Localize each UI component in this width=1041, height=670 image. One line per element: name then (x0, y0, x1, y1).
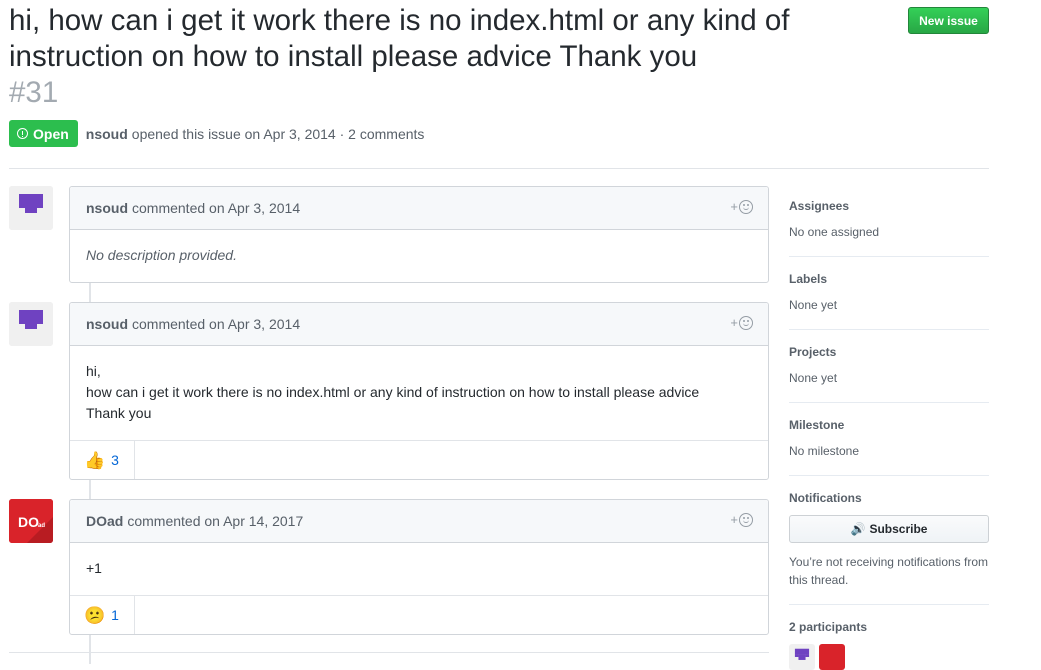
comment-1: nsoud commented on Apr 3, 2014 + No desc… (69, 186, 769, 283)
participants-avatars (789, 644, 989, 670)
comment-author-link[interactable]: nsoud (86, 316, 128, 332)
state-badge: Open (9, 120, 78, 147)
notifications-heading: Notifications (789, 491, 862, 505)
reactions-bar: 😕 1 (70, 595, 768, 634)
plus-label: + (730, 512, 738, 527)
notifications-text: You’re not receiving notifications from … (789, 555, 988, 587)
state-label: Open (33, 125, 69, 142)
comment-meta[interactable]: commented on Apr 3, 2014 (132, 316, 300, 332)
reactions-bar: 👍 3 (70, 440, 768, 479)
smiley-icon (739, 315, 753, 330)
sidebar-milestone: Milestone No milestone (789, 418, 989, 476)
participant-avatar[interactable] (819, 644, 845, 670)
issue-title-text: hi, how can i get it work there is no in… (9, 4, 790, 73)
comment-body: hi, how can i get it work there is no in… (70, 346, 768, 440)
comment-line: hi, (86, 363, 101, 379)
timeline-connector (89, 635, 91, 664)
participant-avatar[interactable] (789, 644, 815, 670)
confused-face-icon: 😕 (84, 605, 106, 625)
comment-author-link[interactable]: nsoud (86, 200, 128, 216)
reaction-confused-button[interactable]: 😕 1 (70, 596, 135, 634)
avatar-nsoud[interactable] (9, 302, 53, 346)
svg-text:DO: DO (18, 514, 39, 530)
subscribe-label: Subscribe (869, 522, 928, 536)
issue-number: #31 (9, 76, 59, 109)
issue-opened-icon (17, 128, 28, 139)
smiley-icon (739, 199, 753, 214)
plus-label: + (730, 315, 738, 330)
plus-label: + (730, 199, 738, 214)
new-issue-button[interactable]: New issue (908, 7, 989, 34)
participants-heading: 2 participants (789, 620, 868, 634)
speaker-icon: 🔊 (850, 522, 866, 536)
issue-author-link[interactable]: nsoud (86, 126, 128, 142)
issue-meta: Open nsoud opened this issue on Apr 3, 2… (9, 120, 424, 147)
assignees-value: No one assigned (789, 225, 880, 239)
timeline-connector (89, 283, 91, 302)
sidebar-notifications: Notifications 🔊 Subscribe You’re not rec… (789, 491, 989, 605)
issue-opened-text: opened this issue on Apr 3, 2014 · 2 com… (131, 125, 425, 142)
svg-text:ad: ad (38, 523, 45, 529)
timeline-connector (89, 480, 91, 499)
projects-value: None yet (789, 371, 838, 385)
comment-author-link[interactable]: DOad (86, 513, 123, 529)
comment-meta[interactable]: commented on Apr 14, 2017 (127, 513, 303, 529)
comment-2: nsoud commented on Apr 3, 2014 + hi, how… (69, 302, 769, 480)
reaction-count: 1 (111, 607, 119, 623)
avatar-nsoud[interactable] (9, 186, 53, 230)
add-reaction-button[interactable]: + (730, 315, 753, 330)
comment-line: how can i get it work there is no index.… (86, 384, 700, 400)
subscribe-button[interactable]: 🔊 Subscribe (789, 515, 989, 543)
timeline-end-divider (9, 652, 769, 653)
add-reaction-button[interactable]: + (730, 512, 753, 527)
sidebar-participants: 2 participants (789, 620, 989, 670)
reaction-thumbsup-button[interactable]: 👍 3 (70, 441, 135, 479)
thumbs-up-icon: 👍 (84, 450, 106, 470)
sidebar-labels: Labels None yet (789, 272, 989, 330)
milestone-heading[interactable]: Milestone (789, 418, 989, 432)
sidebar-assignees: Assignees No one assigned (789, 199, 989, 257)
comment-header: nsoud commented on Apr 3, 2014 + (70, 187, 768, 230)
labels-heading[interactable]: Labels (789, 272, 989, 286)
smiley-icon (739, 512, 753, 527)
reaction-count: 3 (111, 452, 119, 468)
comment-3: DOad commented on Apr 14, 2017 + +1 😕 1 (69, 499, 769, 635)
milestone-value: No milestone (789, 444, 860, 458)
labels-value: None yet (789, 298, 838, 312)
comment-header: nsoud commented on Apr 3, 2014 + (70, 303, 768, 346)
comment-line: Thank you (86, 405, 152, 421)
sidebar-projects: Projects None yet (789, 345, 989, 403)
comment-body: +1 (86, 560, 102, 576)
comment-meta[interactable]: commented on Apr 3, 2014 (132, 200, 300, 216)
assignees-heading[interactable]: Assignees (789, 199, 989, 213)
avatar-doad[interactable]: DO ad (9, 499, 53, 543)
projects-heading[interactable]: Projects (789, 345, 989, 359)
comment-body: No description provided. (86, 247, 237, 263)
comment-header: DOad commented on Apr 14, 2017 + (70, 500, 768, 543)
issue-title: hi, how can i get it work there is no in… (9, 3, 859, 111)
add-reaction-button[interactable]: + (730, 199, 753, 214)
header-divider (9, 168, 989, 169)
issue-sidebar: Assignees No one assigned Labels None ye… (789, 186, 989, 670)
